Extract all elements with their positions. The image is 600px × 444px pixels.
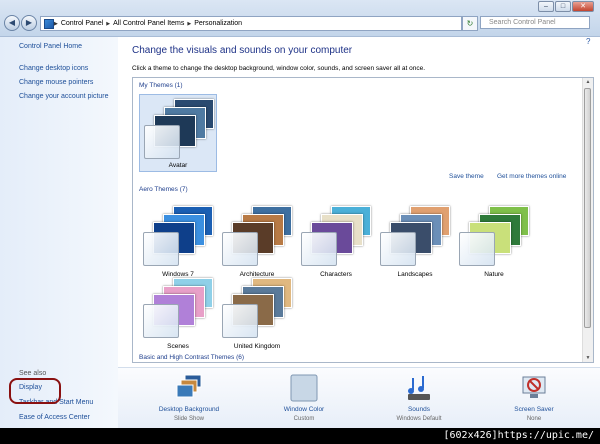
sidebar-change-desktop-icons[interactable]: Change desktop icons (19, 65, 88, 72)
toolbar-sub: Slide Show (173, 416, 205, 422)
minimize-button[interactable]: – (538, 1, 554, 12)
theme-thumbnail (144, 97, 218, 159)
toolbar-sub: None (526, 416, 542, 422)
theme-name: Landscapes (397, 271, 433, 278)
theme-name: United Kingdom (233, 343, 281, 350)
window-controls: – □ ✕ (538, 1, 594, 12)
theme-name: Avatar (168, 162, 188, 169)
chevron-right-icon: ▶ (106, 20, 111, 27)
theme-nature[interactable]: Nature (455, 202, 533, 280)
basic-themes-header: Basic and High Contrast Themes (6) (139, 354, 245, 361)
toolbar-label: Sounds (407, 406, 431, 413)
theme-windows-7[interactable]: Windows 7 (139, 202, 217, 280)
color-swatch (222, 232, 258, 266)
sidebar-control-panel-home[interactable]: Control Panel Home (19, 43, 82, 50)
aero-themes-header: Aero Themes (7) (139, 186, 188, 193)
theme-architecture[interactable]: Architecture (218, 202, 296, 280)
toolbar-sub: Custom (293, 416, 315, 422)
see-also-label: See also (19, 370, 47, 377)
theme-avatar[interactable]: Avatar (139, 94, 217, 172)
toolbar-label: Window Color (283, 406, 325, 413)
personalization-toolbar: Desktop Background Slide Show Window Col… (118, 367, 600, 428)
window-color-icon (290, 374, 318, 402)
theme-thumbnail (301, 204, 375, 266)
address-bar[interactable]: ▶ Control Panel ▶ All Control Panel Item… (40, 16, 462, 31)
personalization-window: – □ ✕ ◀ ▶ ▶ Control Panel ▶ All Control … (0, 0, 600, 428)
breadcrumb-control-panel[interactable]: Control Panel (61, 20, 103, 27)
back-button[interactable]: ◀ (4, 15, 20, 31)
theme-list-scrollbar[interactable]: ▲ ▼ (582, 78, 593, 362)
color-swatch (301, 232, 337, 266)
color-swatch (144, 125, 180, 159)
theme-characters[interactable]: Characters (297, 202, 375, 280)
color-swatch (222, 304, 258, 338)
sidebar-change-mouse-pointers[interactable]: Change mouse pointers (19, 79, 93, 86)
breadcrumb-personalization[interactable]: Personalization (194, 20, 242, 27)
sidebar-ease-of-access[interactable]: Ease of Access Center (19, 414, 90, 421)
desktop-background-icon (175, 374, 203, 402)
forward-button[interactable]: ▶ (21, 15, 37, 31)
theme-thumbnail (222, 276, 296, 338)
maximize-button[interactable]: □ (555, 1, 571, 12)
sidebar: Control Panel Home Change desktop icons … (0, 37, 118, 428)
toolbar-label: Desktop Background (158, 406, 220, 413)
theme-list: My Themes (1) Avatar Save theme Get more… (132, 77, 594, 363)
theme-thumbnail (222, 204, 296, 266)
screen-saver-button[interactable]: Screen Saver None (489, 372, 579, 428)
close-button[interactable]: ✕ (572, 1, 594, 12)
window-color-button[interactable]: Window Color Custom (259, 372, 349, 428)
my-themes-header: My Themes (1) (139, 82, 183, 89)
theme-name: Nature (484, 271, 504, 278)
control-panel-icon (44, 18, 54, 29)
theme-thumbnail (143, 204, 217, 266)
page-subtext: Click a theme to change the desktop back… (132, 65, 426, 72)
scroll-thumb[interactable] (584, 88, 591, 328)
chevron-right-icon: ▶ (54, 20, 58, 27)
get-more-themes-link[interactable]: Get more themes online (497, 173, 566, 180)
theme-thumbnail (380, 204, 454, 266)
screen-saver-icon (520, 374, 548, 402)
theme-thumbnail (143, 276, 217, 338)
save-theme-link[interactable]: Save theme (449, 173, 484, 180)
title-bar: – □ ✕ ◀ ▶ ▶ Control Panel ▶ All Control … (0, 0, 600, 37)
theme-landscapes[interactable]: Landscapes (376, 202, 454, 280)
theme-name: Characters (320, 271, 352, 278)
theme-scenes[interactable]: Scenes (139, 274, 217, 352)
display-highlight-ring (9, 378, 61, 404)
toolbar-sub: Windows Default (396, 416, 442, 422)
watermark: [602x426]https://upic.me/ (443, 430, 594, 441)
sounds-icon (405, 374, 433, 402)
refresh-icon[interactable]: ↻ (462, 16, 478, 31)
theme-united-kingdom[interactable]: United Kingdom (218, 274, 296, 352)
color-swatch (143, 232, 179, 266)
theme-name: Scenes (167, 343, 189, 350)
color-swatch (459, 232, 495, 266)
chevron-right-icon: ▶ (187, 20, 192, 27)
main-content: Change the visuals and sounds on your co… (118, 37, 600, 428)
search-input[interactable]: Search Control Panel (480, 16, 590, 29)
sounds-button[interactable]: Sounds Windows Default (374, 372, 464, 428)
page-title: Change the visuals and sounds on your co… (132, 45, 353, 56)
scroll-up-icon[interactable]: ▲ (584, 79, 592, 85)
breadcrumb-all-items[interactable]: All Control Panel Items (113, 20, 184, 27)
scroll-down-icon[interactable]: ▼ (584, 355, 592, 361)
desktop-background-button[interactable]: Desktop Background Slide Show (144, 372, 234, 428)
sidebar-change-account-picture[interactable]: Change your account picture (19, 93, 109, 100)
theme-thumbnail (459, 204, 533, 266)
toolbar-label: Screen Saver (514, 406, 554, 413)
color-swatch (143, 304, 179, 338)
color-swatch (380, 232, 416, 266)
